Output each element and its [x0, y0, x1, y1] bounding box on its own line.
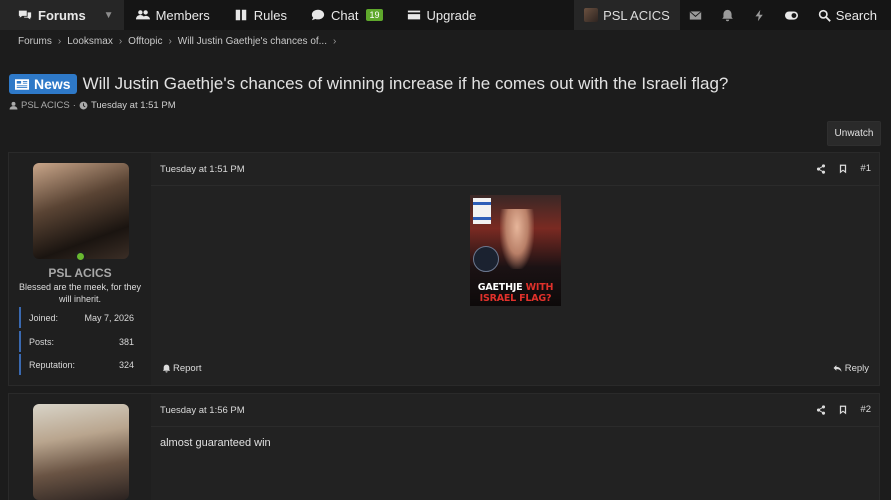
post-user-cell	[9, 394, 151, 500]
nav-upgrade-label: Upgrade	[426, 7, 477, 23]
share-icon[interactable]	[816, 163, 826, 174]
nav-members-label: Members	[155, 7, 210, 23]
post-tools: #1	[816, 163, 871, 174]
nav-username: PSL ACICS	[603, 7, 670, 23]
breadcrumb: Forums › Looksmax › Offtopic › Will Just…	[18, 36, 336, 47]
clock-icon	[79, 101, 88, 110]
online-status-indicator	[75, 251, 86, 262]
chat-count-badge: 19	[366, 9, 383, 21]
users-icon	[135, 10, 150, 20]
nav-forums[interactable]: Forums ▼	[0, 0, 124, 30]
post-header: Tuesday at 1:51 PM #1	[151, 153, 879, 186]
fighter-graphic	[500, 209, 534, 269]
post-message: almost guaranteed win	[160, 437, 271, 449]
thread-meta: PSL ACICS · Tuesday at 1:51 PM	[9, 100, 176, 111]
post: PSL ACICS Blessed are the meek, for they…	[8, 152, 880, 386]
chevron-right-icon: ›	[168, 36, 172, 47]
card-icon	[407, 10, 420, 20]
bookmark-icon[interactable]	[838, 405, 848, 415]
reply-icon	[833, 365, 842, 372]
post-image[interactable]: GAETHJE WITH ISRAEL FLAG?	[470, 195, 561, 306]
nav-whats-new[interactable]	[744, 0, 776, 30]
chevron-right-icon: ›	[333, 36, 337, 47]
post-user-cell: PSL ACICS Blessed are the meek, for they…	[9, 153, 151, 385]
caption-red-2: ISRAEL FLAG?	[479, 293, 552, 304]
post-date[interactable]: Tuesday at 1:51 PM	[160, 164, 245, 175]
report-label: Report	[173, 363, 202, 374]
post-user-title: Blessed are the meek, for they will inhe…	[18, 282, 142, 304]
avatar	[584, 8, 599, 22]
nav-user-account[interactable]: PSL ACICS	[574, 0, 680, 30]
comments-icon	[18, 10, 32, 20]
nav-search-label: Search	[835, 7, 877, 23]
newspaper-icon	[15, 78, 29, 90]
user-stat-posts: Posts: 381	[19, 331, 140, 352]
bookmark-icon[interactable]	[838, 164, 848, 174]
reply-label: Reply	[844, 363, 869, 374]
caption-red: WITH	[525, 282, 554, 293]
thread-date[interactable]: Tuesday at 1:51 PM	[91, 100, 176, 111]
thread-title-row: News Will Justin Gaethje's chances of wi…	[9, 74, 728, 94]
image-caption: GAETHJE WITH ISRAEL FLAG?	[470, 282, 561, 304]
bolt-icon	[755, 9, 764, 21]
breadcrumb-thread[interactable]: Will Justin Gaethje's chances of...	[178, 36, 327, 47]
avatar[interactable]	[33, 163, 129, 259]
nav-rules[interactable]: Rules	[222, 0, 299, 30]
avatar[interactable]	[33, 404, 129, 500]
post-number[interactable]: #1	[860, 163, 871, 174]
nav-chat[interactable]: Chat 19	[299, 0, 394, 30]
breadcrumb-looksmax[interactable]: Looksmax	[67, 36, 113, 47]
chevron-right-icon: ›	[118, 36, 123, 47]
breadcrumb-offtopic[interactable]: Offtopic	[128, 36, 162, 47]
news-prefix-label: News	[34, 76, 71, 92]
envelope-icon	[689, 10, 702, 20]
nav-rules-label: Rules	[253, 7, 288, 23]
post-date[interactable]: Tuesday at 1:56 PM	[160, 405, 245, 416]
user-stat-joined: Joined: May 7, 2026	[19, 307, 140, 328]
user-icon	[9, 101, 18, 110]
stat-label: Reputation:	[29, 359, 76, 370]
search-icon	[818, 9, 831, 22]
chevron-down-icon[interactable]: ▼	[104, 10, 114, 21]
thread-author[interactable]: PSL ACICS	[21, 100, 70, 111]
reply-button[interactable]: Reply	[833, 363, 869, 374]
stat-label: Posts:	[29, 336, 55, 347]
toggle-icon	[785, 10, 799, 20]
nav-style-toggle[interactable]	[776, 0, 808, 30]
post: Tuesday at 1:56 PM #2 almost guaranteed …	[8, 393, 880, 500]
post-username[interactable]: PSL ACICS	[9, 266, 151, 280]
post-tools: #2	[816, 404, 871, 415]
nav-chat-label: Chat	[331, 7, 359, 23]
chevron-right-icon: ›	[57, 36, 62, 47]
stat-value[interactable]: 381	[119, 337, 134, 347]
stat-value: 324	[118, 359, 134, 370]
nav-search[interactable]: Search	[808, 0, 891, 30]
share-icon[interactable]	[816, 404, 826, 415]
nav-upgrade[interactable]: Upgrade	[395, 0, 489, 30]
event-logo-graphic	[473, 246, 499, 272]
post-number[interactable]: #2	[860, 404, 871, 415]
book-icon	[235, 9, 247, 21]
user-stat-reputation: Reputation: 324	[19, 354, 140, 375]
top-navigation: Forums ▼ Members Rules Chat 19 Upgrade P…	[0, 0, 891, 30]
stat-label: Joined:	[29, 312, 59, 323]
breadcrumb-forums[interactable]: Forums	[18, 36, 52, 47]
post-header: Tuesday at 1:56 PM #2	[151, 394, 879, 427]
nav-alerts[interactable]	[712, 0, 744, 30]
meta-separator: ·	[72, 100, 76, 111]
nav-inbox[interactable]	[680, 0, 712, 30]
nav-forums-label: Forums	[38, 7, 86, 23]
stat-value: May 7, 2026	[84, 312, 134, 323]
report-icon	[162, 364, 171, 373]
page-title: Will Justin Gaethje's chances of winning…	[82, 74, 729, 93]
news-prefix-badge[interactable]: News	[9, 74, 77, 94]
bell-icon	[722, 9, 734, 21]
israeli-flag-graphic	[473, 198, 491, 224]
report-button[interactable]: Report	[162, 363, 202, 374]
chat-icon	[311, 9, 325, 21]
unwatch-button[interactable]: Unwatch	[827, 121, 881, 146]
nav-members[interactable]: Members	[124, 0, 222, 30]
caption-white: GAETHJE	[477, 282, 523, 293]
